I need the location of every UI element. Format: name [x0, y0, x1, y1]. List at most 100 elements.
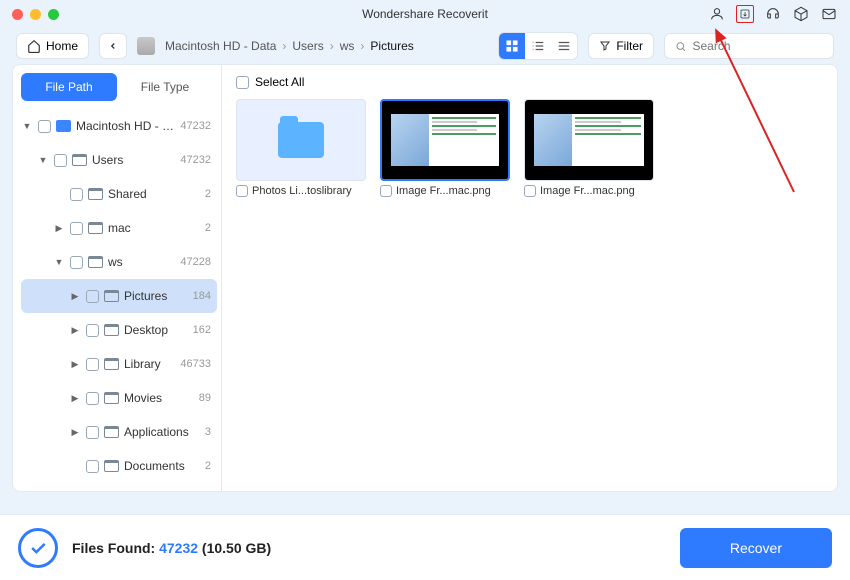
select-all-checkbox[interactable]: [236, 76, 249, 89]
tree-row[interactable]: ▼Macintosh HD - Da...47232: [21, 109, 217, 143]
minimize-window-button[interactable]: [30, 9, 41, 20]
tree-row[interactable]: ▼ Users 47232: [21, 143, 217, 177]
thumbnail-checkbox[interactable]: [524, 185, 536, 197]
search-input[interactable]: [692, 39, 823, 53]
breadcrumb-item[interactable]: Macintosh HD - Data: [165, 39, 276, 53]
tree-row[interactable]: ▶Library46733: [21, 347, 217, 381]
grid-view-button[interactable]: [499, 33, 525, 59]
tree-checkbox[interactable]: [86, 290, 99, 303]
screenshot-preview: [382, 101, 508, 179]
close-window-button[interactable]: [12, 9, 23, 20]
thumbnail-label-row: Photos Li...toslibrary: [236, 185, 366, 197]
drive-icon: [137, 37, 155, 55]
search-box[interactable]: [664, 33, 834, 59]
export-icon[interactable]: [736, 5, 754, 23]
chevron-left-icon: [108, 41, 118, 51]
main-content: Select All Photos Li...toslibrary Image F…: [222, 64, 838, 492]
chevron-down-icon[interactable]: ▼: [21, 121, 33, 131]
tree-checkbox[interactable]: [38, 120, 51, 133]
tree-count: 89: [199, 392, 211, 404]
filter-label: Filter: [616, 39, 643, 53]
tree-checkbox[interactable]: [70, 188, 83, 201]
tree-count: 2: [205, 188, 211, 200]
success-check-icon: [18, 528, 58, 568]
thumbnail-image: [380, 99, 510, 181]
screenshot-preview: [525, 100, 653, 180]
tree-checkbox[interactable]: [86, 426, 99, 439]
tree-label: Documents: [124, 459, 201, 473]
tree-row[interactable]: ▶Pictures184: [21, 279, 217, 313]
tree-checkbox[interactable]: [86, 392, 99, 405]
chevron-right-icon[interactable]: ▶: [69, 325, 81, 336]
tree-label: Desktop: [124, 323, 189, 337]
tree-row[interactable]: Documents2: [21, 449, 217, 483]
tree-row[interactable]: ▼ws47228: [21, 245, 217, 279]
home-button[interactable]: Home: [16, 33, 89, 59]
chevron-right-icon[interactable]: ▶: [69, 393, 81, 404]
folder-icon: [104, 426, 119, 438]
chevron-right-icon[interactable]: ▶: [69, 427, 81, 438]
tree-checkbox[interactable]: [86, 460, 99, 473]
tree-label: Library: [124, 357, 176, 371]
breadcrumb-separator: ›: [330, 39, 334, 53]
breadcrumb-item[interactable]: Pictures: [370, 39, 413, 53]
home-label: Home: [46, 39, 78, 53]
tree-row[interactable]: ▶Applications3: [21, 415, 217, 449]
breadcrumb-item[interactable]: ws: [340, 39, 355, 53]
tree-count: 47232: [180, 154, 211, 166]
tree-checkbox[interactable]: [70, 222, 83, 235]
tree-checkbox[interactable]: [70, 256, 83, 269]
folder-icon: [104, 358, 119, 370]
tree-label: Movies: [124, 391, 195, 405]
select-all-label: Select All: [255, 75, 304, 89]
thumbnail-label: Image Fr...mac.png: [540, 185, 635, 197]
thumbnail[interactable]: Image Fr...mac.png: [524, 99, 654, 197]
mail-icon[interactable]: [820, 5, 838, 23]
back-button[interactable]: [99, 33, 127, 59]
titlebar: Wondershare Recoverit: [0, 0, 850, 28]
tree-row[interactable]: Shared2: [21, 177, 217, 211]
chevron-down-icon[interactable]: ▼: [37, 155, 49, 165]
tree-label: ws: [108, 255, 176, 269]
chevron-right-icon[interactable]: ▶: [69, 359, 81, 370]
support-icon[interactable]: [764, 5, 782, 23]
home-icon: [27, 39, 41, 53]
list-view-button[interactable]: [525, 33, 551, 59]
thumbnail[interactable]: Image Fr...mac.png: [380, 99, 510, 197]
filter-button[interactable]: Filter: [588, 33, 654, 59]
tree-row[interactable]: ▶Desktop162: [21, 313, 217, 347]
file-tree: ▼Macintosh HD - Da...47232▼Users47232Sha…: [13, 109, 221, 491]
package-icon[interactable]: [792, 5, 810, 23]
folder-icon: [104, 324, 119, 336]
thumbnail[interactable]: Photos Li...toslibrary: [236, 99, 366, 197]
tree-checkbox[interactable]: [86, 358, 99, 371]
tree-row[interactable]: ▶ Movies 89: [21, 381, 217, 415]
folder-icon: [88, 256, 103, 268]
tree-row[interactable]: ▶mac2: [21, 211, 217, 245]
detail-view-button[interactable]: [551, 33, 577, 59]
tree-checkbox[interactable]: [54, 154, 67, 167]
maximize-window-button[interactable]: [48, 9, 59, 20]
folder-icon: [72, 154, 87, 166]
tab-file-path[interactable]: File Path: [21, 73, 117, 101]
thumbnail-label-row: Image Fr...mac.png: [380, 185, 510, 197]
chevron-down-icon[interactable]: ▼: [53, 257, 65, 267]
filter-icon: [599, 40, 611, 52]
thumbnail-image: [524, 99, 654, 181]
thumbnail-checkbox[interactable]: [236, 185, 248, 197]
view-toggle: [498, 32, 578, 60]
tree-checkbox[interactable]: [86, 324, 99, 337]
thumbnail-label: Image Fr...mac.png: [396, 185, 491, 197]
breadcrumb-item[interactable]: Users: [292, 39, 323, 53]
select-all-row[interactable]: Select All: [236, 75, 823, 89]
tree-count: 47232: [180, 120, 211, 132]
thumbnail-checkbox[interactable]: [380, 185, 392, 197]
tree-label: Users: [92, 153, 176, 167]
chevron-right-icon[interactable]: ▶: [69, 291, 81, 302]
chevron-right-icon[interactable]: ▶: [53, 223, 65, 234]
recover-button[interactable]: Recover: [680, 528, 832, 568]
account-icon[interactable]: [708, 5, 726, 23]
folder-icon: [104, 460, 119, 472]
thumbnail-label-row: Image Fr...mac.png: [524, 185, 654, 197]
tab-file-type[interactable]: File Type: [117, 73, 213, 101]
